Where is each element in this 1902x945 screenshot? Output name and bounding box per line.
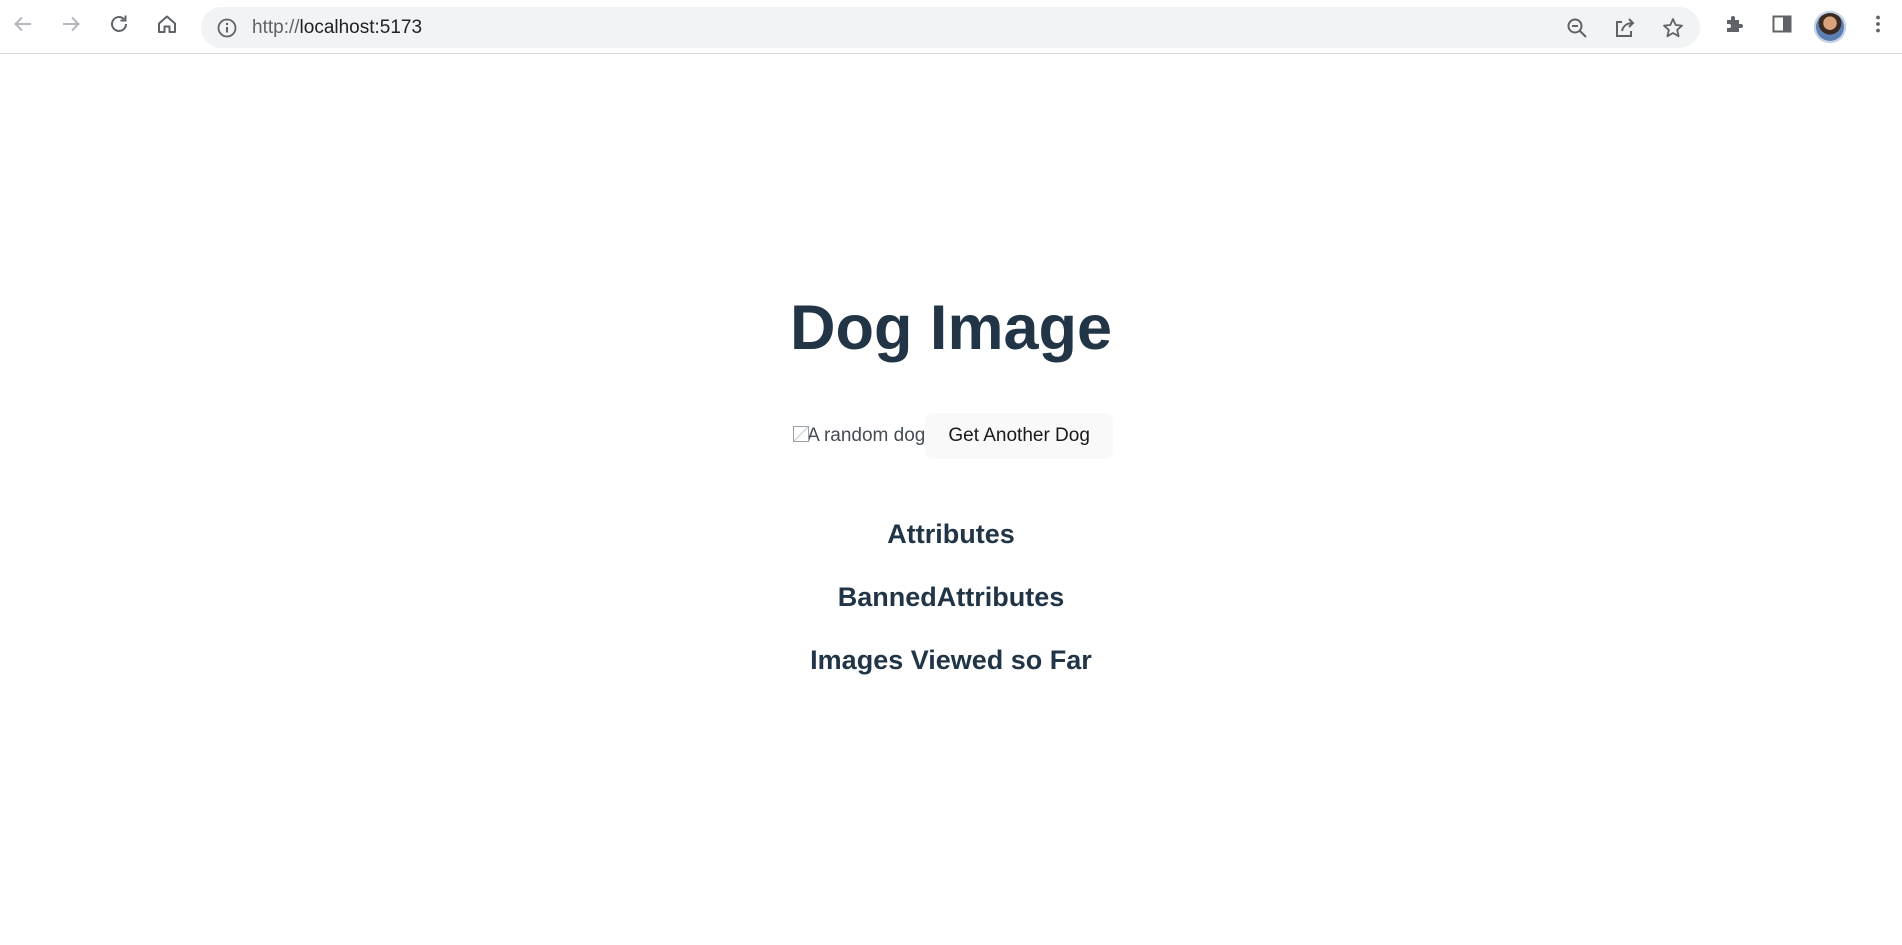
page-title: Dog Image	[789, 293, 1113, 363]
more-vert-icon	[1876, 15, 1880, 33]
zoom-button[interactable]	[1563, 14, 1591, 42]
puzzle-icon	[1727, 16, 1743, 32]
bookmark-button[interactable]	[1659, 14, 1687, 42]
browser-toolbar: http://localhost:5173	[0, 0, 1902, 54]
url-text[interactable]: http://localhost:5173	[252, 7, 422, 48]
home-icon	[158, 15, 176, 33]
reload-button[interactable]	[102, 7, 136, 41]
dog-image: A random dog	[793, 414, 925, 458]
forward-button[interactable]	[54, 7, 88, 41]
side-panel-button[interactable]	[1765, 7, 1799, 41]
reload-icon	[111, 15, 127, 32]
browser-menu-button[interactable]	[1861, 7, 1895, 41]
profile-avatar[interactable]	[1814, 11, 1846, 43]
get-another-dog-button[interactable]: Get Another Dog	[925, 413, 1113, 459]
url-protocol: http://	[252, 17, 300, 38]
banned-attributes-heading: BannedAttributes	[837, 582, 1065, 612]
share-icon	[1616, 18, 1635, 37]
arrow-right-icon	[63, 16, 80, 32]
dog-image-alt: A random dog	[807, 425, 926, 446]
extensions-button[interactable]	[1717, 7, 1751, 41]
home-button[interactable]	[150, 7, 184, 41]
zoom-out-icon	[1567, 18, 1587, 38]
side-panel-icon	[1772, 15, 1792, 33]
info-icon	[217, 18, 237, 38]
back-button[interactable]	[6, 7, 40, 41]
site-info-button[interactable]	[215, 16, 239, 40]
url-host: localhost:5173	[299, 17, 423, 38]
page-content: Dog Image A random dog Get Another Dog A…	[0, 55, 1902, 945]
images-viewed-heading: Images Viewed so Far	[810, 645, 1092, 675]
address-bar[interactable]: http://localhost:5173	[201, 7, 1700, 48]
dog-row: A random dog Get Another Dog	[0, 413, 1902, 459]
share-button[interactable]	[1611, 14, 1639, 42]
attributes-heading: Attributes	[887, 519, 1015, 549]
broken-image-icon	[793, 426, 810, 442]
star-icon	[1663, 18, 1683, 38]
arrow-left-icon	[14, 16, 31, 32]
